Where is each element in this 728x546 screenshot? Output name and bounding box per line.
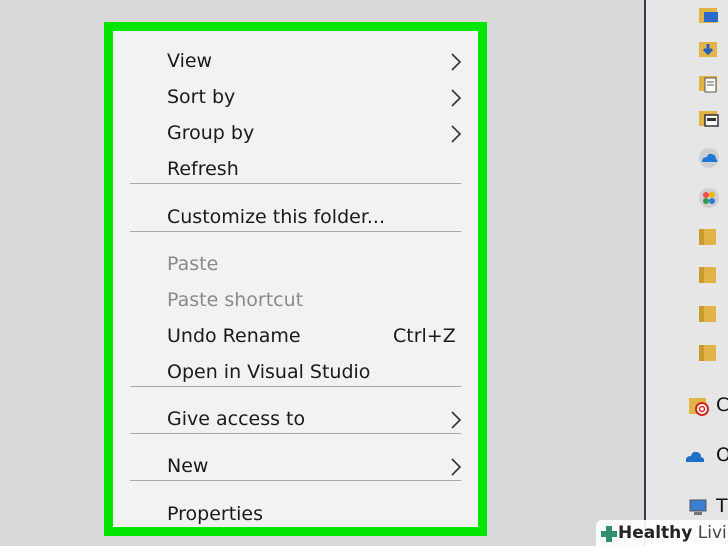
documents-folder-icon (699, 76, 717, 93)
this-pc-icon (689, 499, 707, 515)
nav-item-folder-4[interactable] (646, 337, 728, 371)
nav-item-onedrive[interactable] (646, 142, 728, 176)
onedrive-cloud-icon (699, 148, 719, 168)
chevron-right-icon (451, 458, 462, 476)
folder-icon (699, 229, 716, 245)
nav-item-photos[interactable] (646, 182, 728, 216)
context-menu: View Sort by Group by Refresh Customize … (104, 22, 487, 536)
menu-item-label: Customize this folder... (167, 206, 386, 228)
nav-item-documents[interactable] (646, 68, 728, 102)
watermark-brand-bold: Healthy (618, 523, 693, 543)
menu-separator (130, 433, 461, 434)
nav-item-folder-3[interactable] (646, 298, 728, 332)
folder-icon (699, 306, 716, 322)
watermark-text: Healthy Living (618, 523, 728, 543)
menu-item-paste[interactable]: Paste (113, 247, 478, 281)
menu-item-label: Properties (167, 503, 264, 525)
health-cross-icon (601, 526, 617, 542)
menu-item-label: Paste shortcut (167, 289, 304, 311)
menu-item-label: Refresh (167, 158, 239, 180)
menu-item-shortcut: Ctrl+Z (393, 325, 456, 347)
nav-item-creative-cloud[interactable]: C (646, 390, 728, 424)
menu-separator (130, 231, 461, 232)
menu-item-undo-rename[interactable]: Undo Rename Ctrl+Z (113, 319, 478, 353)
chevron-right-icon (451, 125, 462, 143)
menu-item-label: Group by (167, 122, 255, 144)
menu-item-sort-by[interactable]: Sort by (113, 80, 478, 114)
menu-item-label: Sort by (167, 86, 236, 108)
menu-item-label: Paste (167, 253, 219, 275)
menu-item-new[interactable]: New (113, 449, 478, 483)
nav-item-folder-1[interactable] (646, 221, 728, 255)
menu-item-label: Undo Rename (167, 325, 301, 347)
menu-item-customize-folder[interactable]: Customize this folder... (113, 200, 478, 234)
menu-separator (130, 480, 461, 481)
desktop-folder-icon (699, 8, 718, 23)
nav-item-desktop[interactable] (646, 0, 728, 34)
nav-item-folder-2[interactable] (646, 259, 728, 293)
watermark-brand-light: Living (697, 523, 728, 543)
nav-item-downloads[interactable] (646, 34, 728, 68)
watermark: Healthy Living (596, 520, 728, 546)
photos-app-icon (699, 188, 719, 208)
chevron-right-icon (451, 411, 462, 429)
menu-item-label: Give access to (167, 408, 306, 430)
creative-cloud-folder-icon (689, 398, 709, 416)
onedrive-icon (685, 451, 705, 462)
folder-icon (699, 345, 716, 361)
menu-separator (130, 183, 461, 184)
chevron-right-icon (451, 53, 462, 71)
folder-icon (699, 267, 716, 283)
menu-item-label: Open in Visual Studio (167, 361, 371, 383)
nav-label-this-pc: T (716, 495, 728, 517)
menu-item-properties[interactable]: Properties (113, 497, 478, 531)
nav-item-onedrive-root[interactable]: O (646, 440, 728, 474)
menu-item-label: New (167, 455, 209, 477)
menu-item-view[interactable]: View (113, 44, 478, 78)
menu-item-group-by[interactable]: Group by (113, 116, 478, 150)
downloads-folder-icon (699, 42, 717, 57)
nav-label-creative-cloud: C (716, 394, 728, 416)
chevron-right-icon (451, 89, 462, 107)
nav-label-onedrive: O (716, 444, 728, 466)
nav-item-pictures[interactable] (646, 103, 728, 137)
pictures-folder-icon (699, 111, 719, 127)
menu-item-open-visual-studio[interactable]: Open in Visual Studio (113, 355, 478, 389)
menu-item-label: View (167, 50, 213, 72)
menu-item-paste-shortcut[interactable]: Paste shortcut (113, 283, 478, 317)
menu-separator (130, 386, 461, 387)
menu-item-give-access[interactable]: Give access to (113, 402, 478, 436)
menu-item-refresh[interactable]: Refresh (113, 152, 478, 186)
navigation-pane: C O T (646, 0, 728, 546)
